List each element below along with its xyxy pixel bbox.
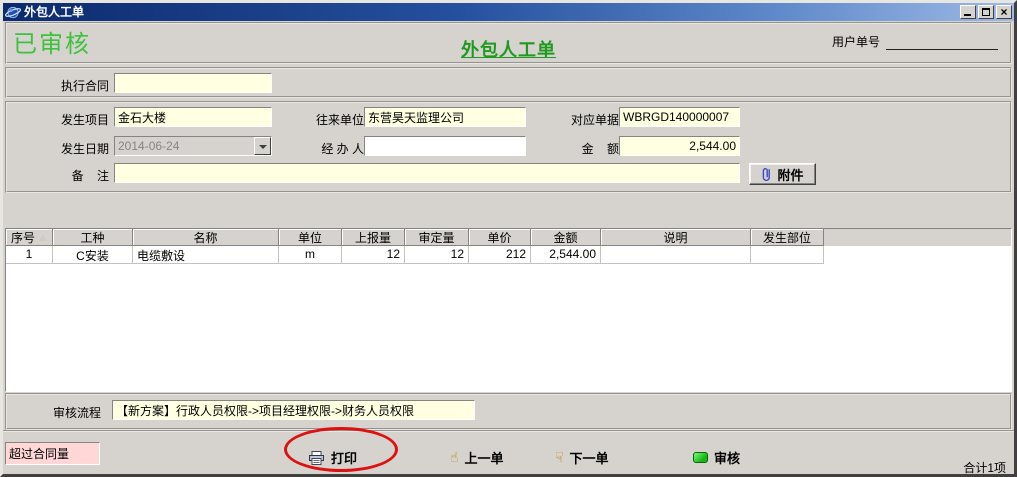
flow-input[interactable] <box>112 400 475 420</box>
project-label: 发生项目 <box>49 111 109 128</box>
titlebar: 外包人工单 × <box>3 3 1014 21</box>
cell-amount: 2,544.00 <box>531 246 601 264</box>
window-controls: × <box>960 5 1012 19</box>
paperclip-icon <box>761 167 772 182</box>
cell-unit: m <box>279 246 342 264</box>
previous-order-button[interactable]: ☝ 上一单 <box>450 448 504 467</box>
date-dropdown-button[interactable] <box>254 137 271 155</box>
remark-label: 备 注 <box>49 167 109 184</box>
app-window: 外包人工单 × 已审核 外包人工单 用户单号 执行合同 发生项目 往来单位 对应… <box>0 0 1017 477</box>
maximize-button[interactable] <box>978 5 994 19</box>
col-header-name[interactable]: 名称 <box>133 229 279 246</box>
date-label: 发生日期 <box>49 140 109 157</box>
user-order-no-label: 用户单号 <box>832 33 880 50</box>
table-row[interactable]: 1 C安装 电缆敷设 m 12 12 212 2,544.00 <box>6 246 1011 264</box>
user-order-no: 用户单号 <box>832 33 998 50</box>
flow-label: 审核流程 <box>53 404 111 421</box>
grid-header-row: 序号 工种 名称 单位 上报量 审定量 单价 金额 说明 发生部位 <box>6 229 1011 246</box>
hand-up-icon: ☝ <box>450 451 459 465</box>
window-title: 外包人工单 <box>24 4 84 20</box>
contract-panel: 执行合同 <box>5 67 1012 98</box>
maximize-icon <box>982 8 990 16</box>
col-header-location[interactable]: 发生部位 <box>751 229 824 246</box>
close-icon: × <box>997 5 1011 19</box>
col-header-amount[interactable]: 金额 <box>531 229 601 246</box>
cell-name: 电缆敷设 <box>133 246 279 264</box>
cell-worktype: C安装 <box>53 246 133 264</box>
ref-doc-label: 对应单据 <box>559 111 619 128</box>
print-button-label: 打印 <box>331 448 357 467</box>
attachment-button[interactable]: 附件 <box>749 163 816 185</box>
amount-label: 金 额 <box>559 140 619 157</box>
cell-reported-qty: 12 <box>342 246 405 264</box>
contract-label: 执行合同 <box>49 77 109 94</box>
print-button[interactable]: 打印 <box>308 448 357 467</box>
header-panel: 已审核 外包人工单 用户单号 <box>5 22 1012 64</box>
handler-label: 经 办 人 <box>304 140 364 157</box>
user-order-no-blank <box>886 35 998 50</box>
hand-down-icon: ☟ <box>555 451 564 465</box>
minimize-icon <box>964 14 971 16</box>
cell-seq: 1 <box>6 246 53 264</box>
bottom-toolbar: 打印 ☝ 上一单 ☟ 下一单 审核 合计1项 <box>3 430 1014 474</box>
audit-status-icon <box>693 452 708 463</box>
audit-button-label: 审核 <box>714 448 740 467</box>
printer-icon <box>308 450 325 466</box>
cell-location <box>751 246 824 264</box>
counterpart-input[interactable] <box>364 107 526 127</box>
date-value: 2014-06-24 <box>115 137 254 155</box>
col-header-seq[interactable]: 序号 <box>6 229 53 246</box>
ref-doc-input[interactable] <box>619 107 740 127</box>
counterpart-label: 往来单位 <box>304 111 364 128</box>
warning-box <box>5 442 100 465</box>
total-count-label: 合计1项 <box>963 459 1006 476</box>
col-header-approved-qty[interactable]: 审定量 <box>405 229 469 246</box>
chevron-down-icon <box>259 145 267 149</box>
project-input[interactable] <box>114 107 272 127</box>
col-header-reported-qty[interactable]: 上报量 <box>342 229 405 246</box>
cell-note <box>601 246 751 264</box>
col-header-note[interactable]: 说明 <box>601 229 751 246</box>
amount-input[interactable] <box>619 136 740 156</box>
cell-approved-qty: 12 <box>405 246 469 264</box>
date-combobox[interactable]: 2014-06-24 <box>114 136 272 156</box>
col-header-unit-price[interactable]: 单价 <box>469 229 531 246</box>
sort-ascending-icon <box>39 234 47 241</box>
remark-input[interactable] <box>114 163 740 183</box>
next-order-button[interactable]: ☟ 下一单 <box>555 448 609 467</box>
audit-button[interactable]: 审核 <box>693 448 740 467</box>
detail-grid: 序号 工种 名称 单位 上报量 审定量 单价 金额 说明 发生部位 1 C安装 … <box>5 228 1012 392</box>
approval-flow-panel: 审核流程 <box>5 393 1012 430</box>
previous-order-label: 上一单 <box>465 448 504 467</box>
minimize-button[interactable] <box>960 5 976 19</box>
handler-input[interactable] <box>364 136 526 156</box>
contract-input[interactable] <box>114 73 272 93</box>
col-header-seq-label: 序号 <box>11 229 35 246</box>
app-icon <box>5 5 21 20</box>
close-button[interactable]: × <box>996 5 1012 19</box>
next-order-label: 下一单 <box>570 448 609 467</box>
col-header-worktype[interactable]: 工种 <box>53 229 133 246</box>
cell-unit-price: 212 <box>469 246 531 264</box>
fields-panel: 发生项目 往来单位 对应单据 发生日期 2014-06-24 经 办 人 金 额… <box>5 101 1012 193</box>
attachment-button-label: 附件 <box>777 165 803 184</box>
col-header-unit[interactable]: 单位 <box>279 229 342 246</box>
